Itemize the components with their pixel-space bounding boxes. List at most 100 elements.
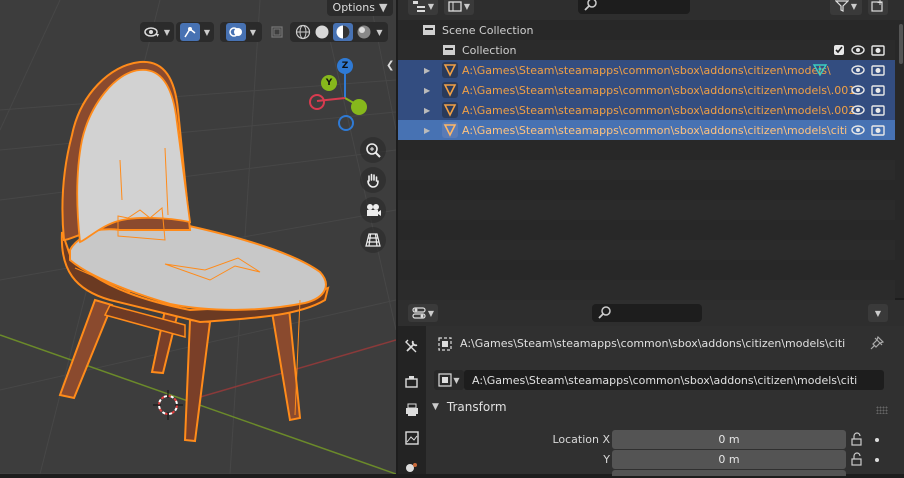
gizmo-dropdown[interactable]: ▼	[176, 22, 214, 42]
gizmo-y-axis[interactable]: Y	[321, 75, 337, 91]
chevron-down-icon: ▼	[163, 27, 171, 37]
solid-shading-icon[interactable]	[314, 24, 330, 40]
tab-render[interactable]	[400, 370, 424, 394]
empty-row	[398, 240, 895, 260]
lock-open-icon[interactable]	[850, 432, 864, 446]
eye-icon[interactable]	[851, 64, 865, 76]
transform-panel-header[interactable]: ▼ Transform	[432, 400, 507, 414]
properties-panel[interactable]: ▼ ▼ A:\Games\Steam\steamapps\common\sbox…	[398, 300, 904, 476]
modifier-icon[interactable]	[812, 63, 828, 77]
eye-icon[interactable]	[851, 124, 865, 136]
location-y-field[interactable]: 0 m	[612, 450, 846, 469]
object-name-field[interactable]: A:\Games\Steam\steamapps\common\sbox\add…	[464, 370, 884, 390]
shading-modes[interactable]: ▼	[290, 22, 388, 42]
eye-icon[interactable]	[851, 44, 865, 56]
new-collection-button[interactable]	[868, 0, 888, 15]
object-row-1[interactable]: ▶ A:\Games\Steam\steamapps\common\sbox\a…	[398, 80, 895, 100]
empty-row	[398, 160, 895, 180]
location-x-label: Location X	[552, 433, 610, 446]
ortho-toggle-button[interactable]	[360, 227, 386, 253]
object-row-2[interactable]: ▶ A:\Games\Steam\steamapps\common\sbox\a…	[398, 100, 895, 120]
outliner-panel[interactable]: ▼ ▼ ▼ Scene Collection Collection ▶ A:\G…	[398, 0, 904, 300]
grid-ortho-icon	[365, 233, 381, 247]
chevron-down-icon: ▼	[453, 375, 460, 385]
rendered-shading-icon[interactable]	[356, 24, 372, 40]
printer-icon	[406, 403, 418, 416]
object-icon	[438, 337, 452, 351]
pin-icon[interactable]	[870, 336, 884, 350]
gizmo-neg-x-axis[interactable]	[309, 94, 325, 110]
expand-arrow-icon[interactable]: ▶	[424, 126, 430, 135]
object-row-3[interactable]: ▶ A:\Games\Steam\steamapps\common\sbox\a…	[398, 120, 895, 140]
xray-toggle[interactable]	[266, 22, 288, 42]
location-z-field[interactable]	[612, 470, 846, 476]
overlays-toggle[interactable]	[225, 23, 246, 41]
filter-dropdown[interactable]: ▼	[830, 0, 862, 15]
3d-viewport[interactable]: Options ▼ ▼ ▼ ▼ ▼ ❮ Z Y	[0, 0, 396, 474]
exclude-checkbox-icon[interactable]	[833, 44, 845, 56]
sidebar-toggle-icon[interactable]: ❮	[386, 60, 394, 71]
collection-row[interactable]: Collection	[398, 40, 895, 60]
render-camera-icon[interactable]	[871, 104, 885, 116]
expand-arrow-icon[interactable]: ▶	[424, 106, 430, 115]
editor-type-dropdown[interactable]: ▼	[408, 304, 438, 322]
3d-cursor[interactable]	[153, 390, 183, 420]
object-row-0[interactable]: ▶ A:\Games\Steam\steamapps\common\sbox\a…	[398, 60, 895, 80]
expand-arrow-icon[interactable]: ▶	[424, 66, 430, 75]
eye-icon[interactable]	[851, 104, 865, 116]
collection-icon	[443, 45, 455, 55]
pan-button[interactable]	[360, 167, 386, 193]
image-icon	[405, 431, 419, 445]
properties-search-input[interactable]	[592, 304, 702, 322]
gizmo-toggle[interactable]	[179, 23, 200, 41]
tab-scene[interactable]	[400, 454, 424, 478]
expand-arrow-icon[interactable]: ▶	[424, 86, 430, 95]
chevron-down-icon: ▼	[249, 27, 257, 37]
gizmo-neg-z-axis[interactable]	[338, 115, 354, 131]
overlays-icon	[229, 27, 242, 37]
wireframe-shading-icon[interactable]	[295, 24, 311, 40]
render-camera-icon[interactable]	[871, 44, 885, 56]
eye-icon[interactable]	[851, 84, 865, 96]
camera-view-button[interactable]	[360, 197, 386, 223]
render-camera-icon[interactable]	[871, 124, 885, 136]
visibility-dropdown[interactable]: ▼	[140, 22, 174, 42]
object-name: A:\Games\Steam\steamapps\common\sbox\add…	[462, 103, 856, 117]
gizmo-x-axis[interactable]	[351, 99, 367, 115]
wrench-screwdriver-icon	[405, 339, 418, 353]
drag-handle-icon[interactable]	[876, 406, 888, 414]
chair-model[interactable]	[58, 60, 330, 443]
render-camera-icon[interactable]	[871, 84, 885, 96]
tab-view-layer[interactable]	[400, 426, 424, 450]
outliner-search-input[interactable]	[578, 0, 690, 14]
gizmo-z-axis[interactable]: Z	[337, 58, 353, 74]
scene-collection-row[interactable]: Scene Collection	[398, 20, 895, 40]
hand-pan-icon	[367, 173, 379, 188]
render-camera-icon[interactable]	[871, 64, 885, 76]
tab-tool[interactable]	[400, 334, 424, 358]
object-data-icon	[438, 373, 453, 387]
mesh-object-icon	[442, 82, 458, 98]
options-chevron-button[interactable]: ▼	[868, 304, 888, 322]
keyframe-dot-icon[interactable]	[875, 438, 879, 442]
filter-library-dropdown[interactable]: ▼	[444, 0, 474, 15]
display-mode-dropdown[interactable]: ▼	[408, 0, 438, 15]
search-icon	[584, 0, 597, 11]
overlays-dropdown[interactable]: ▼	[220, 22, 262, 42]
tab-output[interactable]	[400, 398, 424, 422]
options-dropdown[interactable]: Options ▼	[327, 0, 393, 16]
zoom-button[interactable]	[360, 137, 386, 163]
outliner-scrollbar[interactable]	[899, 24, 903, 64]
collection-label: Collection	[462, 43, 517, 57]
keyframe-dot-icon[interactable]	[875, 458, 879, 462]
location-y-value: 0 m	[718, 453, 740, 466]
library-icon	[448, 1, 462, 12]
data-block-dropdown[interactable]: ▼	[434, 370, 464, 390]
lock-open-icon[interactable]	[850, 452, 864, 466]
material-shading-toggle[interactable]	[333, 23, 354, 41]
object-name-value: A:\Games\Steam\steamapps\common\sbox\add…	[472, 373, 858, 387]
location-x-field[interactable]: 0 m	[612, 430, 846, 449]
chevron-down-icon: ▼	[427, 1, 435, 11]
chevron-down-icon: ▼	[874, 308, 882, 318]
viewport-canvas[interactable]	[0, 0, 396, 474]
